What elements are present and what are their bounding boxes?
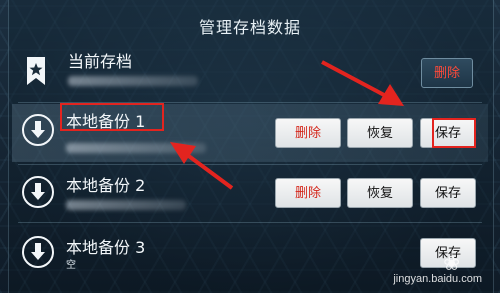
backup-2-label: 本地备份 2 — [66, 176, 146, 195]
backup-3-status: 空 — [66, 260, 76, 271]
download-arrow-icon — [22, 236, 54, 268]
redacted-info — [68, 76, 198, 86]
divider — [18, 222, 482, 223]
current-save-label: 当前存档 — [68, 52, 133, 71]
watermark-text: jingyan.baidu.com — [393, 273, 482, 285]
redacted-info — [66, 143, 206, 153]
backup-1-restore-button[interactable]: 恢复 — [347, 118, 413, 148]
backup-2-save-button[interactable]: 保存 — [420, 178, 476, 208]
redacted-info — [66, 200, 186, 210]
backup-3-label: 本地备份 3 — [66, 238, 146, 257]
annotation-highlight-backup-1 — [60, 103, 164, 131]
divider — [18, 164, 482, 165]
download-arrow-icon — [22, 114, 54, 146]
watermark-logo-icon: ❀ — [443, 251, 460, 275]
current-save-delete-button[interactable]: 删除 — [421, 58, 473, 88]
backup-2-restore-button[interactable]: 恢复 — [347, 178, 413, 208]
download-arrow-icon — [22, 176, 54, 208]
page-title: 管理存档数据 — [198, 18, 301, 37]
annotation-highlight-save — [432, 118, 476, 148]
backup-1-delete-button[interactable]: 删除 — [275, 118, 341, 148]
bookmark-star-icon — [27, 57, 45, 85]
backup-2-delete-button[interactable]: 删除 — [275, 178, 341, 208]
